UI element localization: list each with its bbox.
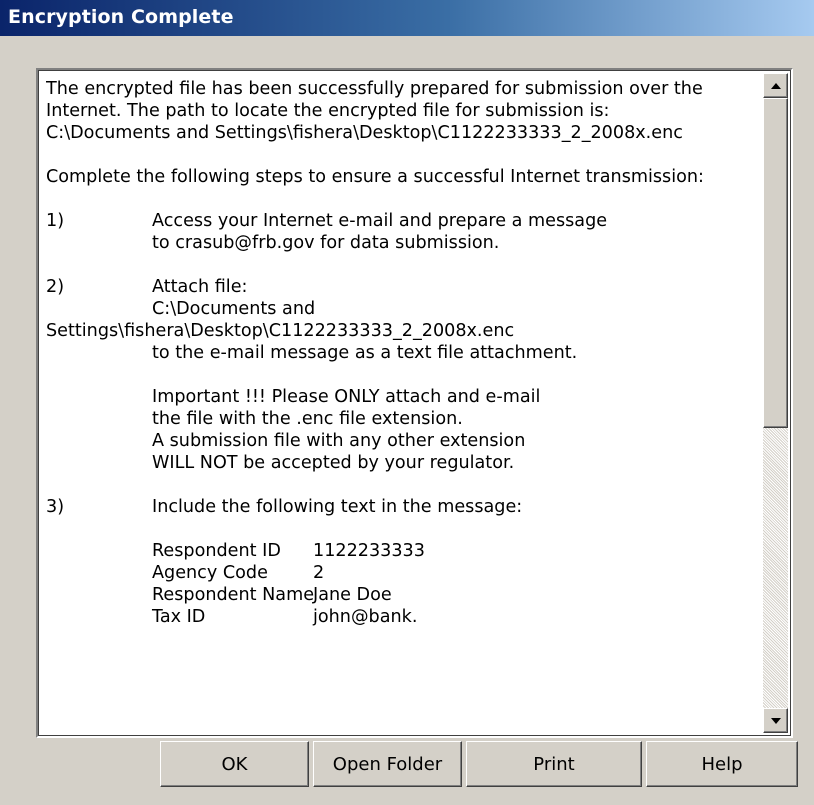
field-label: Respondent ID xyxy=(152,541,281,561)
field-label: Respondent Name xyxy=(152,585,315,605)
important-note: WILL NOT be accepted by your regulator. xyxy=(152,453,515,473)
field-value: 1122233333 xyxy=(313,541,425,561)
arrow-up-icon xyxy=(770,82,781,89)
step-text: to crasub@frb.gov for data submission. xyxy=(152,233,500,253)
scroll-thumb[interactable] xyxy=(763,98,788,428)
instruction-text: Complete the following steps to ensure a… xyxy=(46,167,704,187)
scroll-up-button[interactable] xyxy=(763,73,788,98)
step-number: 2) xyxy=(46,277,65,297)
step-number: 1) xyxy=(46,211,65,231)
help-button[interactable]: Help xyxy=(646,741,798,787)
field-row: Respondent ID 1122233333 xyxy=(46,540,766,562)
arrow-down-icon xyxy=(770,717,781,724)
intro-path: C:\Documents and Settings\fishera\Deskto… xyxy=(46,123,683,143)
field-label: Tax ID xyxy=(152,607,206,627)
title-bar: Encryption Complete xyxy=(0,0,814,36)
step-text: C:\Documents and xyxy=(152,299,316,319)
open-folder-button[interactable]: Open Folder xyxy=(313,741,462,787)
vertical-scrollbar[interactable] xyxy=(763,73,788,733)
field-row: Agency Code 2 xyxy=(46,562,766,584)
intro-line: The encrypted file has been successfully… xyxy=(46,79,703,99)
attach-path: Settings\fishera\Desktop\C1122233333_2_2… xyxy=(46,321,515,341)
scroll-down-button[interactable] xyxy=(763,708,788,733)
important-note: the file with the .enc file extension. xyxy=(152,409,463,429)
step-1: 1) Access your Internet e-mail and prepa… xyxy=(46,210,766,232)
field-value: 2 xyxy=(313,563,325,583)
step-2: 2) Attach file: xyxy=(46,276,766,298)
step-text: Include the following text in the messag… xyxy=(152,497,523,517)
intro-line: Internet. The path to locate the encrypt… xyxy=(46,101,610,121)
print-button[interactable]: Print xyxy=(466,741,642,787)
field-row: Tax ID john@bank. xyxy=(46,606,766,628)
ok-button[interactable]: OK xyxy=(160,741,309,787)
step-number: 3) xyxy=(46,497,65,517)
field-value: Jane Doe xyxy=(313,585,392,605)
step-text: to the e-mail message as a text file att… xyxy=(152,343,578,363)
important-note: A submission file with any other extensi… xyxy=(152,431,526,451)
message-textbox[interactable]: The encrypted file has been successfully… xyxy=(36,68,793,738)
field-row: Respondent Name Jane Doe xyxy=(46,584,766,606)
step-3: 3) Include the following text in the mes… xyxy=(46,496,766,518)
message-content: The encrypted file has been successfully… xyxy=(46,78,766,730)
field-value: john@bank. xyxy=(313,607,418,627)
step-text: Attach file: xyxy=(152,277,248,297)
window-title: Encryption Complete xyxy=(8,6,234,28)
step-text: Access your Internet e-mail and prepare … xyxy=(152,211,608,231)
important-note: Important !!! Please ONLY attach and e-m… xyxy=(152,387,541,407)
field-label: Agency Code xyxy=(152,563,268,583)
